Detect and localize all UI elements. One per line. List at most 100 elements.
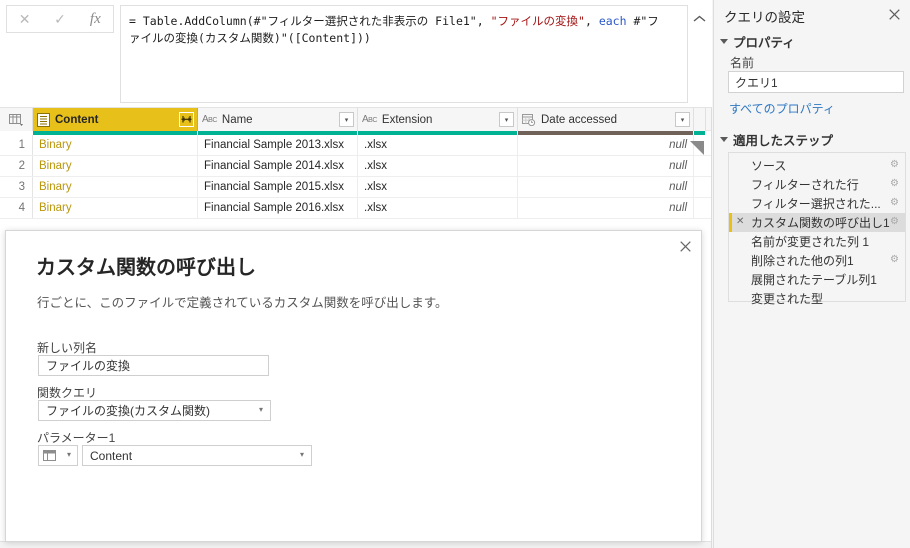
row-number: 2 [0,156,33,176]
parameter-label: パラメーター1 [37,431,116,445]
name-label: 名前 [730,56,755,70]
cell-name[interactable]: Financial Sample 2015.xlsx [198,177,358,197]
expand-icon[interactable] [179,112,194,127]
triangle-down-icon [720,137,728,142]
formula-bar: ✕ ✓ fx = Table.AddColumn(#"フィルター選択された非表示… [0,0,712,108]
cell-date-accessed[interactable]: null [518,156,694,176]
cell-extension[interactable]: .xlsx [358,156,518,176]
column-header-date-accessed[interactable]: Date accessed ▾ [518,108,694,131]
table-row[interactable]: 4 Binary Financial Sample 2016.xlsx .xls… [0,198,711,219]
cell-name[interactable]: Financial Sample 2016.xlsx [198,198,358,218]
function-query-label: 関数クエリ [37,386,98,400]
table-icon [43,450,56,461]
cell-name[interactable]: Financial Sample 2014.xlsx [198,156,358,176]
cell-extension[interactable]: .xlsx [358,135,518,155]
formula-bar-buttons: ✕ ✓ fx [6,5,114,33]
parameter-value: Content [90,448,133,463]
formula-segment-2: , [476,14,491,28]
function-query-dropdown[interactable]: ファイルの変換(カスタム関数) ▾ [38,400,271,421]
step-item[interactable]: フィルターされた行 ⚙ [729,175,905,194]
query-name-input[interactable]: クエリ1 [728,71,904,93]
gear-icon[interactable]: ⚙ [890,216,899,227]
row-number: 3 [0,177,33,197]
selection-bar [729,213,732,232]
cell-extension[interactable]: .xlsx [358,198,518,218]
applied-steps-section-header[interactable]: 適用したステップ [720,130,833,149]
column-header-extension[interactable]: ABC Extension ▾ [358,108,518,131]
datetime-type-icon [522,113,536,126]
step-item[interactable]: ソース ⚙ [729,156,905,175]
applied-steps-section-label: 適用したステップ [733,134,834,148]
properties-section-header[interactable]: プロパティ [720,32,795,51]
table-row[interactable]: 1 Binary Financial Sample 2013.xlsx .xls… [0,135,711,156]
step-item-selected[interactable]: ✕ カスタム関数の呼び出し1 ⚙ [729,213,905,232]
gear-icon[interactable]: ⚙ [890,159,899,170]
table-row[interactable]: 3 Binary Financial Sample 2015.xlsx .xls… [0,177,711,198]
step-label: 削除された他の列1 [751,254,854,268]
cell-date-accessed[interactable]: null [518,177,694,197]
step-item[interactable]: 削除された他の列1 ⚙ [729,251,905,270]
gear-icon[interactable]: ⚙ [890,178,899,189]
step-item[interactable]: 変更された型 [729,289,905,308]
step-label: フィルターされた行 [751,178,859,192]
close-icon[interactable] [677,238,693,254]
cell-content[interactable]: Binary [33,156,198,176]
binary-icon [37,112,50,127]
new-column-label: 新しい列名 [37,341,98,355]
select-all-icon[interactable] [0,108,33,131]
chevron-down-icon: ▾ [66,450,71,459]
step-label: 変更された型 [751,292,824,306]
power-query-editor: ✕ ✓ fx = Table.AddColumn(#"フィルター選択された非表示… [0,0,910,548]
step-label: 名前が変更された列 1 [751,235,870,249]
dialog-description: 行ごとに、このファイルで定義されているカスタム関数を呼び出します。 [37,296,448,310]
cell-name[interactable]: Financial Sample 2013.xlsx [198,135,358,155]
step-label: フィルター選択された... [751,197,881,211]
table-row[interactable]: 2 Binary Financial Sample 2014.xlsx .xls… [0,156,711,177]
formula-input[interactable]: = Table.AddColumn(#"フィルター選択された非表示の File1… [120,5,688,103]
fx-icon[interactable]: fx [78,6,113,32]
chevron-up-icon[interactable] [690,10,708,28]
cell-content[interactable]: Binary [33,198,198,218]
chevron-down-icon: ▾ [258,405,263,414]
cell-date-accessed[interactable]: null [518,135,694,155]
formula-segment-5: each [598,14,627,28]
step-item[interactable]: フィルター選択された... ⚙ [729,194,905,213]
cell-date-accessed[interactable]: null [518,198,694,218]
column-header-content[interactable]: Content [33,108,198,131]
column-header-label: Content [55,113,99,126]
check-icon[interactable]: ✓ [42,6,77,32]
expand-panel-icon[interactable] [690,141,704,155]
close-icon[interactable]: ✕ [7,6,42,32]
cell-content[interactable]: Binary [33,177,198,197]
new-column-input[interactable]: ファイルの変換 [38,355,269,376]
dialog-footer-separator [6,540,701,541]
properties-section-label: プロパティ [733,36,795,50]
parameter-type-dropdown[interactable]: ▾ [38,445,78,466]
all-properties-link[interactable]: すべてのプロパティ [729,100,835,117]
chevron-down-icon: ▾ [299,450,304,459]
column-header-name[interactable]: ABC Name ▾ [198,108,358,131]
chevron-down-icon[interactable]: ▾ [675,112,690,127]
formula-segment-4: , [584,14,599,28]
chevron-down-icon[interactable]: ▾ [499,112,514,127]
close-icon[interactable] [886,6,902,22]
delete-step-icon[interactable]: ✕ [736,216,744,227]
gear-icon[interactable]: ⚙ [890,197,899,208]
step-label: カスタム関数の呼び出し1 [751,216,890,230]
step-item[interactable]: 名前が変更された列 1 [729,232,905,251]
formula-segment-1: "フィルター選択された非表示の File1" [260,14,477,28]
applied-steps-list: ソース ⚙ フィルターされた行 ⚙ フィルター選択された... ⚙ ✕ カスタム… [728,152,906,306]
function-query-value: ファイルの変換(カスタム関数) [46,404,210,418]
invoke-custom-function-dialog: カスタム関数の呼び出し 行ごとに、このファイルで定義されているカスタム関数を呼び… [5,230,702,542]
text-type-icon: ABC [362,114,377,125]
chevron-down-icon[interactable]: ▾ [339,112,354,127]
cell-extension[interactable]: .xlsx [358,177,518,197]
cell-content[interactable]: Binary [33,135,198,155]
status-strip [0,541,711,548]
column-header-label: Name [221,113,253,126]
parameter-value-dropdown[interactable]: Content ▾ [82,445,312,466]
column-header-partial [694,108,706,131]
column-header-label: Extension [381,113,433,126]
step-item[interactable]: 展開されたテーブル列1 [729,270,905,289]
gear-icon[interactable]: ⚙ [890,254,899,265]
